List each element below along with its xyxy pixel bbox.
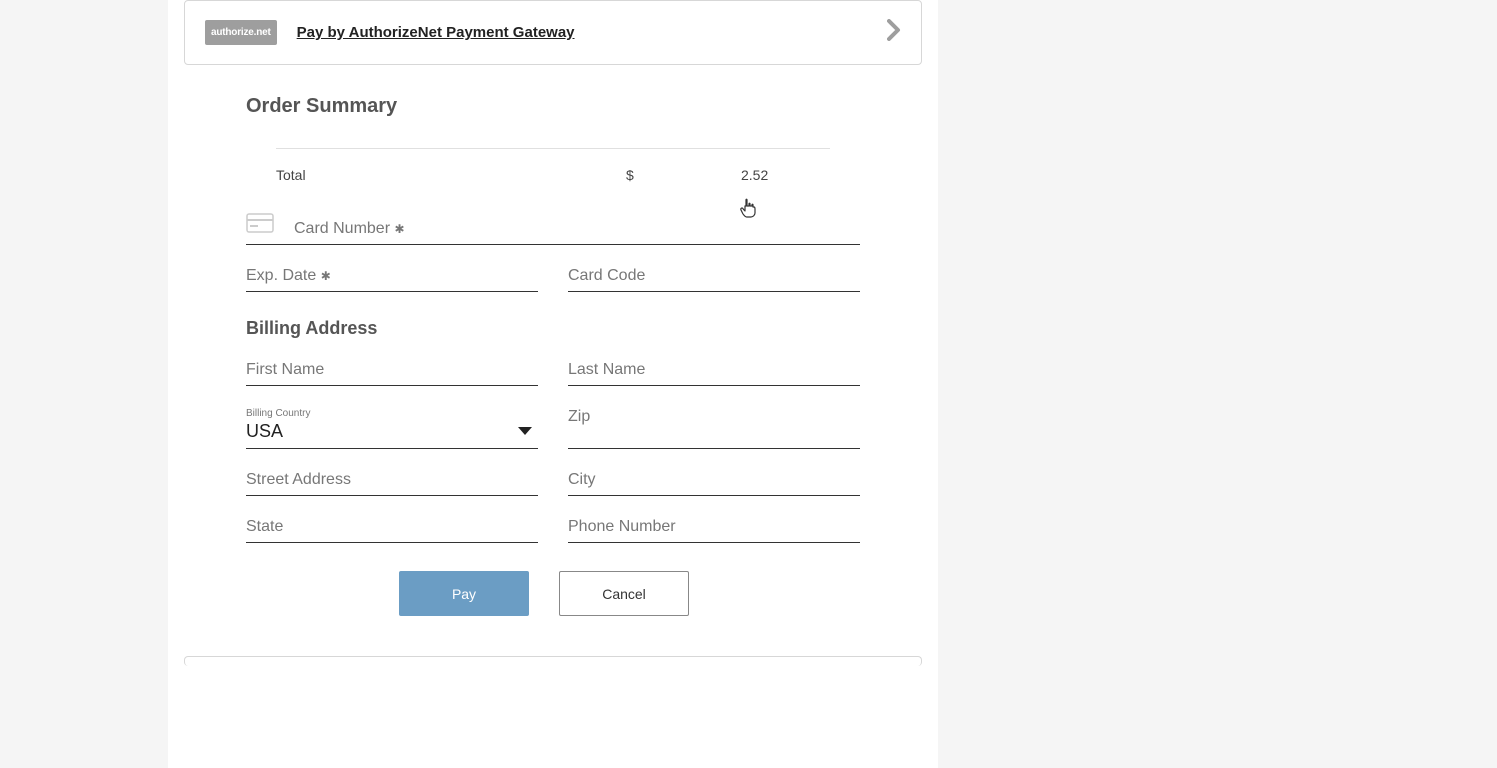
- payment-gateway-panel[interactable]: authorize.net Pay by AuthorizeNet Paymen…: [184, 0, 922, 65]
- phone-number-label: Phone Number: [568, 518, 860, 538]
- card-code-field[interactable]: Card Code: [568, 267, 860, 292]
- card-number-label: Card Number ✱: [294, 220, 860, 240]
- last-name-field[interactable]: Last Name: [568, 361, 860, 386]
- next-panel-peek: [184, 656, 922, 666]
- authorizenet-badge: authorize.net: [205, 20, 277, 45]
- exp-date-label: Exp. Date ✱: [246, 267, 538, 287]
- phone-number-field[interactable]: Phone Number: [568, 518, 860, 543]
- gateway-panel-left: authorize.net Pay by AuthorizeNet Paymen…: [205, 20, 575, 45]
- first-name-label: First Name: [246, 361, 538, 381]
- cancel-button[interactable]: Cancel: [559, 571, 689, 616]
- last-name-label: Last Name: [568, 361, 860, 381]
- summary-divider: [276, 148, 830, 149]
- zip-label: Zip: [568, 408, 860, 428]
- total-amount: 2.52: [741, 167, 830, 183]
- pay-button[interactable]: Pay: [399, 571, 529, 616]
- billing-country-value: USA: [246, 419, 310, 444]
- street-address-label: Street Address: [246, 471, 538, 491]
- billing-address-heading: Billing Address: [246, 318, 860, 339]
- total-currency: $: [626, 167, 741, 183]
- order-summary-heading: Order Summary: [246, 95, 860, 118]
- zip-field[interactable]: Zip: [568, 408, 860, 449]
- required-mark: ✱: [394, 222, 404, 236]
- street-address-field[interactable]: Street Address: [246, 471, 538, 496]
- content-area: Order Summary Total $ 2.52 Card Number ✱: [168, 65, 938, 636]
- button-row: Pay Cancel: [246, 571, 860, 616]
- gateway-title: Pay by AuthorizeNet Payment Gateway: [297, 24, 575, 41]
- state-field[interactable]: State: [246, 518, 538, 543]
- state-label: State: [246, 518, 538, 538]
- card-code-label: Card Code: [568, 267, 860, 287]
- first-name-field[interactable]: First Name: [246, 361, 538, 386]
- required-mark: ✱: [321, 269, 331, 283]
- card-number-field[interactable]: Card Number ✱: [246, 213, 860, 245]
- billing-country-select[interactable]: Billing Country USA: [246, 408, 538, 449]
- total-label: Total: [276, 167, 626, 183]
- city-field[interactable]: City: [568, 471, 860, 496]
- city-label: City: [568, 471, 860, 491]
- dropdown-arrow-icon: [518, 422, 532, 440]
- summary-total-row: Total $ 2.52: [276, 167, 830, 183]
- exp-date-field[interactable]: Exp. Date ✱: [246, 267, 538, 292]
- checkout-page: authorize.net Pay by AuthorizeNet Paymen…: [168, 0, 938, 768]
- order-summary-table: Total $ 2.52: [276, 148, 830, 183]
- chevron-right-icon: [887, 19, 901, 46]
- credit-card-icon: [246, 213, 274, 238]
- billing-country-label: Billing Country: [246, 408, 310, 419]
